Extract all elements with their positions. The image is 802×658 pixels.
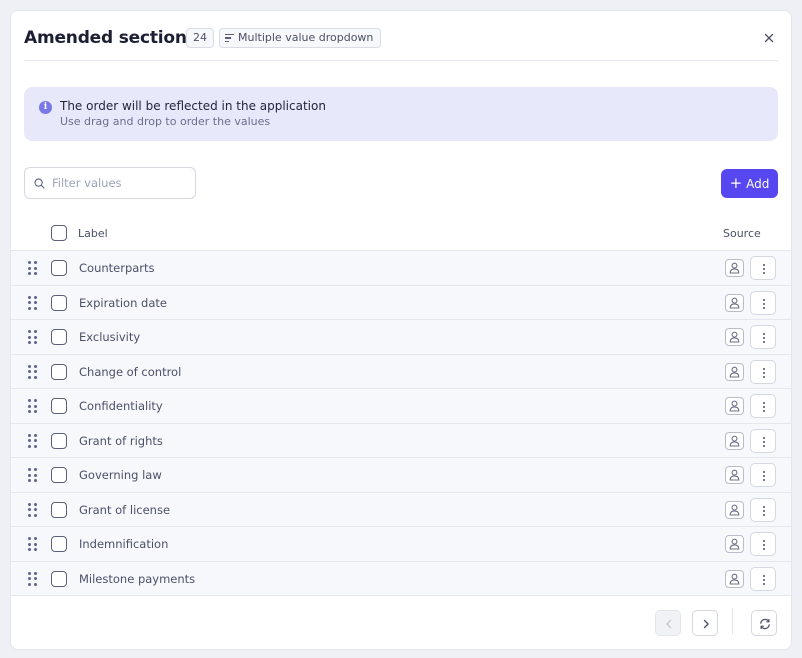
drag-handle-icon[interactable] [28,571,38,586]
info-banner: i The order will be reflected in the app… [24,87,778,141]
info-title: The order will be reflected in the appli… [60,99,326,113]
row-label: Indemnification [79,537,169,551]
row-checkbox[interactable] [51,260,67,276]
user-icon [725,293,744,312]
select-all-checkbox[interactable] [51,225,67,241]
row-label: Exclusivity [79,330,141,344]
row-label: Confidentiality [79,399,163,413]
list-icon [225,34,234,42]
dialog-header: Amended sections 24 Multiple value dropd… [24,11,778,61]
drag-handle-icon[interactable] [28,295,38,310]
user-icon [725,328,744,346]
table-row[interactable]: Expiration date [11,285,791,320]
row-checkbox[interactable] [51,398,67,414]
row-menu-button[interactable] [750,497,776,522]
dialog-title: Amended sections [24,28,197,48]
row-checkbox[interactable] [51,329,67,345]
values-table: Label Source Counterparts Expiration dat… [11,217,791,596]
column-header-label: Label [78,227,108,240]
row-label: Grant of license [79,502,171,517]
table-footer [11,608,791,649]
info-subtitle: Use drag and drop to order the values [60,115,271,128]
next-page-button[interactable] [692,610,718,636]
drag-handle-icon[interactable] [28,399,38,413]
table-row[interactable]: Milestone payments [11,561,791,596]
close-button[interactable] [762,31,776,45]
row-menu-button[interactable] [750,428,776,453]
table-row[interactable]: Indemnification [11,527,791,562]
row-menu-button[interactable] [750,359,776,384]
search-icon [34,178,45,189]
refresh-button[interactable] [751,610,777,636]
table-row[interactable]: Grant of license [11,492,791,527]
row-checkbox[interactable] [51,536,67,552]
row-label: Expiration date [79,295,167,310]
drag-handle-icon[interactable] [28,468,38,482]
row-menu-button[interactable] [750,325,776,349]
row-checkbox[interactable] [51,432,67,449]
table-row[interactable]: Confidentiality [11,389,791,424]
row-label: Change of control [79,364,182,379]
user-icon [725,259,744,277]
table-row[interactable]: Change of control [11,354,791,389]
user-icon [725,535,744,553]
row-menu-button[interactable] [750,463,776,487]
row-checkbox[interactable] [51,501,67,518]
table-row[interactable]: Governing law [11,458,791,493]
row-label: Counterparts [79,261,155,275]
add-value-button[interactable]: + Add [721,169,778,198]
drag-handle-icon[interactable] [28,330,38,344]
filter-box [24,167,196,199]
filter-input[interactable] [52,174,190,192]
close-icon [764,33,774,43]
user-icon [725,500,744,519]
row-menu-button[interactable] [750,394,776,418]
row-label: Grant of rights [79,433,163,448]
value-count-badge: 24 [186,28,214,48]
amended-sections-dialog: Amended sections 24 Multiple value dropd… [10,10,792,650]
footer-divider [732,608,733,634]
drag-handle-icon[interactable] [28,537,38,551]
field-type-label: Multiple value dropdown [238,31,374,44]
row-checkbox[interactable] [51,294,67,311]
chevron-left-icon [666,619,672,629]
table-body: Counterparts Expiration date Exclusivity… [11,251,791,596]
plus-icon: + [729,173,743,192]
add-button-label: Add [746,176,770,191]
chevron-right-icon [703,619,709,629]
drag-handle-icon[interactable] [28,261,38,275]
row-menu-button[interactable] [750,532,776,556]
row-checkbox[interactable] [51,363,67,380]
user-icon [725,362,744,381]
column-header-source: Source [723,227,761,240]
table-row[interactable]: Counterparts [11,251,791,286]
field-type-badge: Multiple value dropdown [219,28,382,48]
previous-page-button[interactable] [655,610,681,636]
row-menu-button[interactable] [750,566,776,591]
row-label: Milestone payments [79,571,196,586]
row-label: Governing law [79,468,162,482]
table-header: Label Source [11,217,791,251]
table-row[interactable]: Exclusivity [11,320,791,355]
user-icon [725,466,744,484]
row-menu-button[interactable] [750,256,776,280]
drag-handle-icon[interactable] [28,502,38,517]
drag-handle-icon[interactable] [28,433,38,448]
user-icon [725,397,744,415]
row-menu-button[interactable] [750,290,776,315]
refresh-icon [760,618,770,630]
drag-handle-icon[interactable] [28,364,38,379]
user-icon [725,431,744,450]
row-checkbox[interactable] [51,570,67,587]
table-row[interactable]: Grant of rights [11,423,791,458]
user-icon [725,569,744,588]
row-checkbox[interactable] [51,467,67,483]
info-icon: i [39,101,52,114]
